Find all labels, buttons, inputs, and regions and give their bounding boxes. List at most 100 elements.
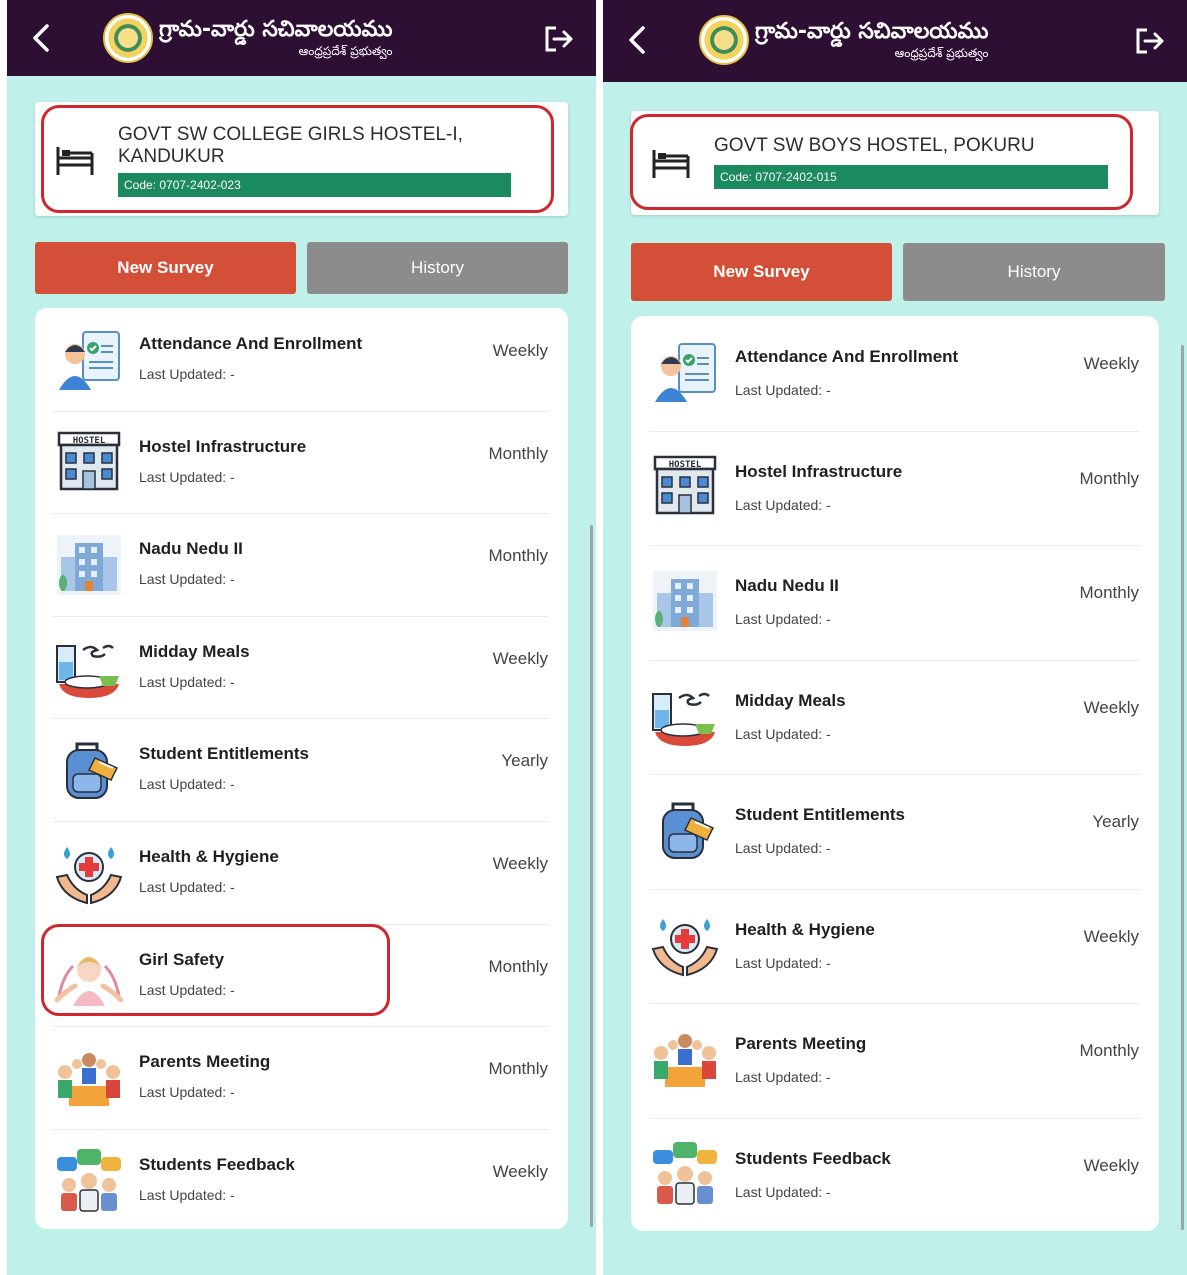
chevron-left-icon — [629, 26, 645, 54]
last-updated-label: Last Updated: - — [735, 611, 831, 627]
survey-frequency: Monthly — [488, 546, 548, 566]
survey-item-student-entitlements[interactable]: Student Entitlements Last Updated: - Yearl… — [53, 718, 548, 822]
survey-item-students-feedback[interactable]: Students Feedback Last Updated: - Weekly — [53, 1129, 548, 1232]
backpack-icon — [662, 802, 715, 859]
logout-button[interactable] — [1131, 22, 1169, 60]
hostel-building-icon: HOSTEL — [57, 431, 121, 490]
survey-frequency: Weekly — [1083, 697, 1139, 717]
tab-history[interactable]: History — [903, 243, 1165, 301]
hostel-building-icon: HOSTEL — [653, 455, 717, 514]
survey-frequency: Weekly — [1083, 926, 1139, 946]
logout-button[interactable] — [540, 20, 578, 58]
scrollbar[interactable] — [590, 525, 593, 1227]
last-updated-label: Last Updated: - — [139, 571, 235, 588]
survey-frequency: Weekly — [1083, 354, 1139, 373]
office-building-icon — [57, 535, 121, 596]
last-updated-label: Last Updated: - — [735, 1183, 831, 1200]
meal-icon — [652, 692, 715, 746]
tab-new-survey[interactable]: New Survey — [35, 242, 296, 294]
survey-frequency: Yearly — [501, 751, 548, 771]
survey-frequency: Weekly — [492, 341, 548, 360]
back-button[interactable] — [21, 18, 61, 58]
survey-item-title: Health & Hygiene — [139, 847, 279, 866]
survey-item-title: Nadu Nedu II — [139, 539, 243, 559]
hostel-info-card: GOVT SW BOYS HOSTEL, POKURU Code: 0707-2… — [631, 111, 1159, 215]
scrollbar[interactable] — [1181, 345, 1184, 1230]
survey-item-title: Student Entitlements — [735, 805, 906, 824]
survey-item-title: Students Feedback — [735, 1148, 891, 1168]
attendance-icon — [59, 331, 120, 390]
app-title: గ్రామ-వార్డు సచివాలయము — [755, 19, 989, 44]
last-updated-label: Last Updated: - — [139, 879, 235, 895]
attendance-icon — [655, 343, 716, 402]
survey-item-parents-meeting[interactable]: Parents Meeting Last Updated: - Monthly — [649, 1003, 1139, 1119]
tab-history[interactable]: History — [307, 242, 568, 294]
survey-item-title: Nadu Nedu II — [735, 576, 839, 595]
last-updated-label: Last Updated: - — [139, 1084, 235, 1101]
survey-list: Attendance And Enrollment Last Updated: -… — [35, 308, 568, 1229]
survey-frequency: Monthly — [488, 443, 548, 463]
hostel-name: GOVT SW BOYS HOSTEL, POKURU — [714, 135, 1035, 156]
girl-safety-icon — [54, 956, 124, 1006]
survey-item-girl-safety[interactable]: Girl Safety Last Updated: - Monthly — [53, 924, 548, 1028]
survey-item-title: Health & Hygiene — [735, 919, 875, 939]
hostel-name-line2: KANDUKUR — [118, 146, 225, 167]
survey-frequency: Weekly — [492, 648, 548, 668]
survey-frequency: Monthly — [1079, 468, 1139, 488]
survey-item-parents-meeting[interactable]: Parents Meeting Last Updated: - Monthly — [53, 1026, 548, 1130]
survey-frequency: Monthly — [1079, 583, 1139, 602]
last-updated-label: Last Updated: - — [735, 954, 831, 971]
ap-emblem-logo — [699, 15, 749, 65]
survey-item-title: Attendance And Enrollment — [139, 334, 363, 353]
last-updated-label: Last Updated: - — [139, 1186, 235, 1203]
last-updated-label: Last Updated: - — [735, 725, 831, 742]
hostel-code-badge: Code: 0707-2402-015 — [714, 165, 1108, 189]
hostel-code-badge: Code: 0707-2402-023 — [118, 173, 511, 197]
office-building-icon — [653, 571, 717, 631]
survey-frequency: Monthly — [488, 1059, 548, 1079]
last-updated-label: Last Updated: - — [735, 840, 831, 856]
survey-item-student-entitlements[interactable]: Student Entitlements Last Updated: - Yearl… — [649, 774, 1139, 890]
parents-meeting-icon — [58, 1053, 120, 1107]
chevron-left-icon — [33, 24, 49, 52]
survey-item-title: Midday Meals — [139, 641, 250, 661]
feedback-icon — [653, 1141, 717, 1205]
feedback-icon — [57, 1148, 121, 1212]
survey-item-hostel-infrastructure[interactable]: HOSTEL Hostel Infrastructure Last Updated:… — [649, 431, 1139, 546]
hostel-info-card: GOVT SW COLLEGE GIRLS HOSTEL-I, KANDUKUR… — [35, 102, 568, 216]
backpack-icon — [66, 742, 119, 800]
ap-emblem-logo — [103, 13, 153, 63]
top-app-bar: గ్రామ-వార్డు సచివాలయము ఆంధ్రప్రదేశ్ ప్రభ… — [603, 0, 1187, 82]
survey-item-health-and-hygiene[interactable]: Health & Hygiene Last Updated: - Weekly — [53, 821, 548, 925]
last-updated-label: Last Updated: - — [735, 496, 831, 513]
survey-item-midday-meals[interactable]: Midday Meals Last Updated: - Weekly — [53, 616, 548, 720]
survey-item-nadu-nedu-ii[interactable]: Nadu Nedu II Last Updated: - Monthly — [649, 545, 1139, 661]
hostel-name: GOVT SW COLLEGE GIRLS HOSTEL-I, — [118, 124, 463, 145]
phone-screen-left: గ్రామ-వార్డు సచివాలయము ఆంధ్రప్రదేశ్ ప్రభ… — [7, 0, 596, 1275]
last-updated-label: Last Updated: - — [139, 673, 235, 690]
survey-frequency: Weekly — [492, 854, 548, 873]
survey-item-title: Hostel Infrastructure — [139, 436, 307, 456]
survey-item-title: Attendance And Enrollment — [735, 347, 959, 366]
survey-frequency: Monthly — [1079, 1041, 1139, 1060]
last-updated-label: Last Updated: - — [735, 1069, 831, 1085]
survey-item-hostel-infrastructure[interactable]: HOSTEL Hostel Infrastructure Last Updated:… — [53, 411, 548, 515]
survey-item-title: Hostel Infrastructure — [735, 461, 903, 481]
survey-item-title: Parents Meeting — [735, 1034, 867, 1053]
last-updated-label: Last Updated: - — [139, 366, 235, 382]
phone-screen-right: గ్రామ-వార్డు సచివాలయము ఆంధ్రప్రదేశ్ ప్రభ… — [603, 0, 1187, 1275]
back-button[interactable] — [617, 20, 657, 60]
bed-icon — [56, 147, 94, 175]
survey-item-midday-meals[interactable]: Midday Meals Last Updated: - Weekly — [649, 660, 1139, 775]
survey-item-health-and-hygiene[interactable]: Health & Hygiene Last Updated: - Weekly — [649, 889, 1139, 1004]
survey-item-title: Midday Meals — [735, 690, 846, 710]
survey-item-students-feedback[interactable]: Students Feedback Last Updated: - Weekly — [649, 1118, 1139, 1233]
survey-item-attendance-and-enrollment[interactable]: Attendance And Enrollment Last Updated: -… — [649, 316, 1139, 432]
top-app-bar: గ్రామ-వార్డు సచివాలయము ఆంధ్రప్రదేశ్ ప్రభ… — [7, 0, 596, 76]
survey-item-attendance-and-enrollment[interactable]: Attendance And Enrollment Last Updated: -… — [53, 308, 548, 412]
health-hands-icon — [651, 918, 719, 976]
survey-item-nadu-nedu-ii[interactable]: Nadu Nedu II Last Updated: - Monthly — [53, 513, 548, 617]
tab-new-survey[interactable]: New Survey — [631, 243, 892, 301]
survey-list: Attendance And Enrollment Last Updated: -… — [631, 316, 1159, 1231]
bed-icon — [652, 150, 690, 178]
